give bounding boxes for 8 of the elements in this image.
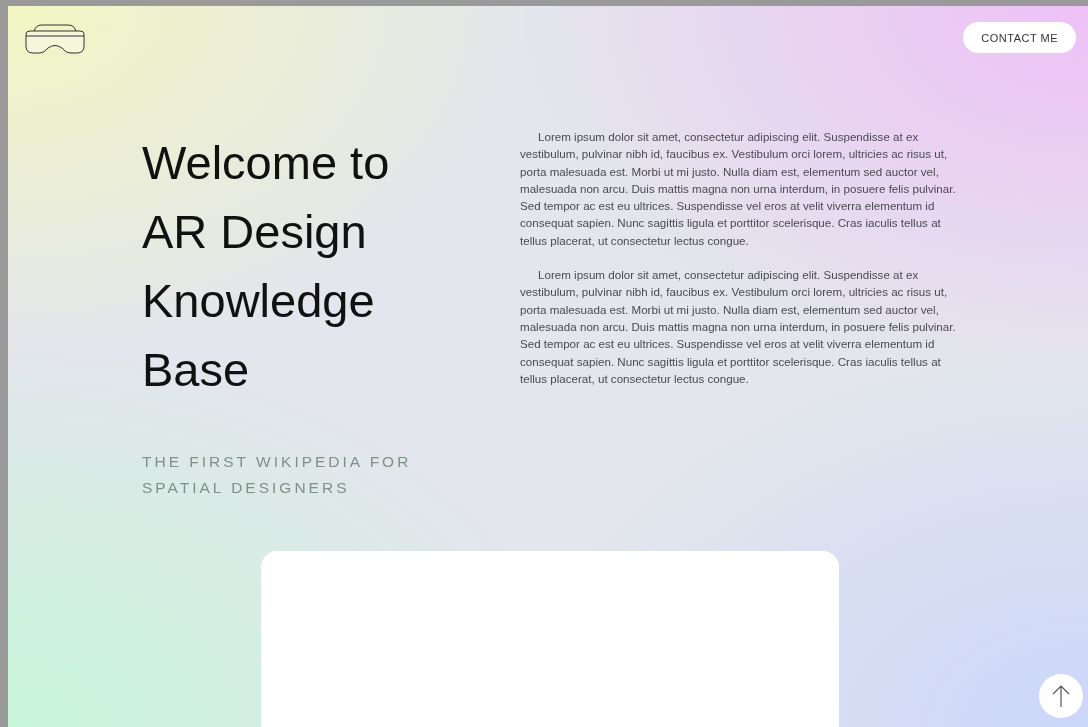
contact-button[interactable]: CONTACT ME bbox=[963, 22, 1076, 53]
arrow-up-icon bbox=[1051, 684, 1071, 708]
body-paragraph: Lorem ipsum dolor sit amet, consectetur adipiscing elit. Suspendisse at ex vestibulum, pulvinar nibh id, faucibus ex. Vestibulum orci lorem, ultricies ac risus ut, porta malesuada est. Morbi ut mi justo. Nulla diam est, elementum sed auctor vel, malesuada non arcu. Duis mattis magna non urna interdum, in posuere felis pulvinar. Sed tempor ac est eu ultrices. Suspendisse vel eros at velit viverra elementum id consequat sapien. Nunc sagittis ligula et porttitor scelerisque. Cras iaculis tellus at tellus placerat, ut consectetur lectus congue. bbox=[520, 129, 957, 249]
headset-icon bbox=[24, 22, 86, 56]
scroll-top-button[interactable] bbox=[1039, 674, 1083, 718]
page-heading: Welcome to AR Design Knowledge Base bbox=[142, 135, 391, 398]
body-paragraph: Lorem ipsum dolor sit amet, consectetur adipiscing elit. Suspendisse at ex vestibulum, pulvinar nibh id, faucibus ex. Vestibulum orci lorem, ultricies ac risus ut, porta malesuada est. Morbi ut mi justo. Nulla diam est, elementum sed auctor vel, malesuada non arcu. Duis mattis magna non urna interdum, in posuere felis pulvinar. Sed tempor ac est eu ultrices. Suspendisse vel eros at velit viverra elementum id consequat sapien. Nunc sagittis ligula et porttitor scelerisque. Cras iaculis tellus at tellus placerat, ut consectetur lectus congue. bbox=[520, 267, 957, 387]
subtitle: THE FIRST WIKIPEDIA FOR SPATIAL DESIGNERS bbox=[142, 452, 413, 498]
